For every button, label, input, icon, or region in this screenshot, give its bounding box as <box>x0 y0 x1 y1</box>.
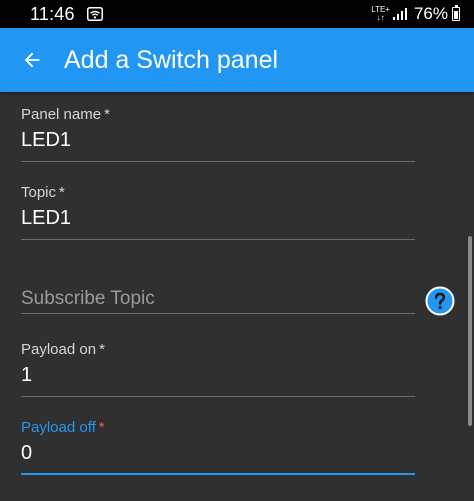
panel-name-input[interactable]: LED1 <box>21 129 415 157</box>
topic-input[interactable]: LED1 <box>21 207 415 235</box>
wifi-icon <box>86 7 103 21</box>
arrow-back-icon <box>24 52 40 68</box>
status-time: 11:46 <box>30 3 75 24</box>
signal-icon <box>392 8 407 20</box>
payload-on-label: Payload on * <box>21 341 105 358</box>
payload-off-input[interactable]: 0 <box>21 442 415 470</box>
payload-on-underline <box>21 396 415 397</box>
required-mark: * <box>98 419 105 436</box>
payload-off-field[interactable]: Payload off * 0 <box>21 419 415 475</box>
payload-on-field[interactable]: Payload on * 1 <box>21 341 415 397</box>
payload-off-value: 0 <box>21 442 33 464</box>
lte-icon: LTE+ ↓↑ <box>371 5 390 22</box>
help-icon <box>425 286 455 316</box>
status-indicators: LTE+ ↓↑ 76% <box>371 4 460 24</box>
required-mark: * <box>104 106 110 123</box>
required-mark: * <box>59 184 65 201</box>
payload-off-underline-focused <box>21 473 415 475</box>
app-bar: Add a Switch panel <box>0 28 474 92</box>
status-bar: 11:46 LTE+ ↓↑ 76% <box>0 0 474 28</box>
topic-underline <box>21 239 415 240</box>
page-title: Add a Switch panel <box>64 45 279 74</box>
required-mark: * <box>99 341 105 358</box>
scrollbar[interactable] <box>468 236 472 426</box>
panel-name-field[interactable]: Panel name * LED1 <box>21 106 415 162</box>
subscribe-topic-underline <box>21 313 415 314</box>
subscribe-topic-field[interactable]: Subscribe Topic <box>21 288 415 314</box>
panel-name-label: Panel name * <box>21 106 110 123</box>
help-button[interactable] <box>425 286 455 316</box>
topic-field[interactable]: Topic * LED1 <box>21 184 415 240</box>
topic-label: Topic * <box>21 184 65 201</box>
battery-percentage: 76% <box>413 4 448 23</box>
payload-off-label: Payload off * <box>21 419 105 436</box>
back-button[interactable] <box>0 28 64 92</box>
subscribe-topic-input[interactable]: Subscribe Topic <box>21 288 415 309</box>
battery-icon <box>452 5 460 21</box>
payload-on-input[interactable]: 1 <box>21 364 415 392</box>
panel-name-underline <box>21 161 415 162</box>
